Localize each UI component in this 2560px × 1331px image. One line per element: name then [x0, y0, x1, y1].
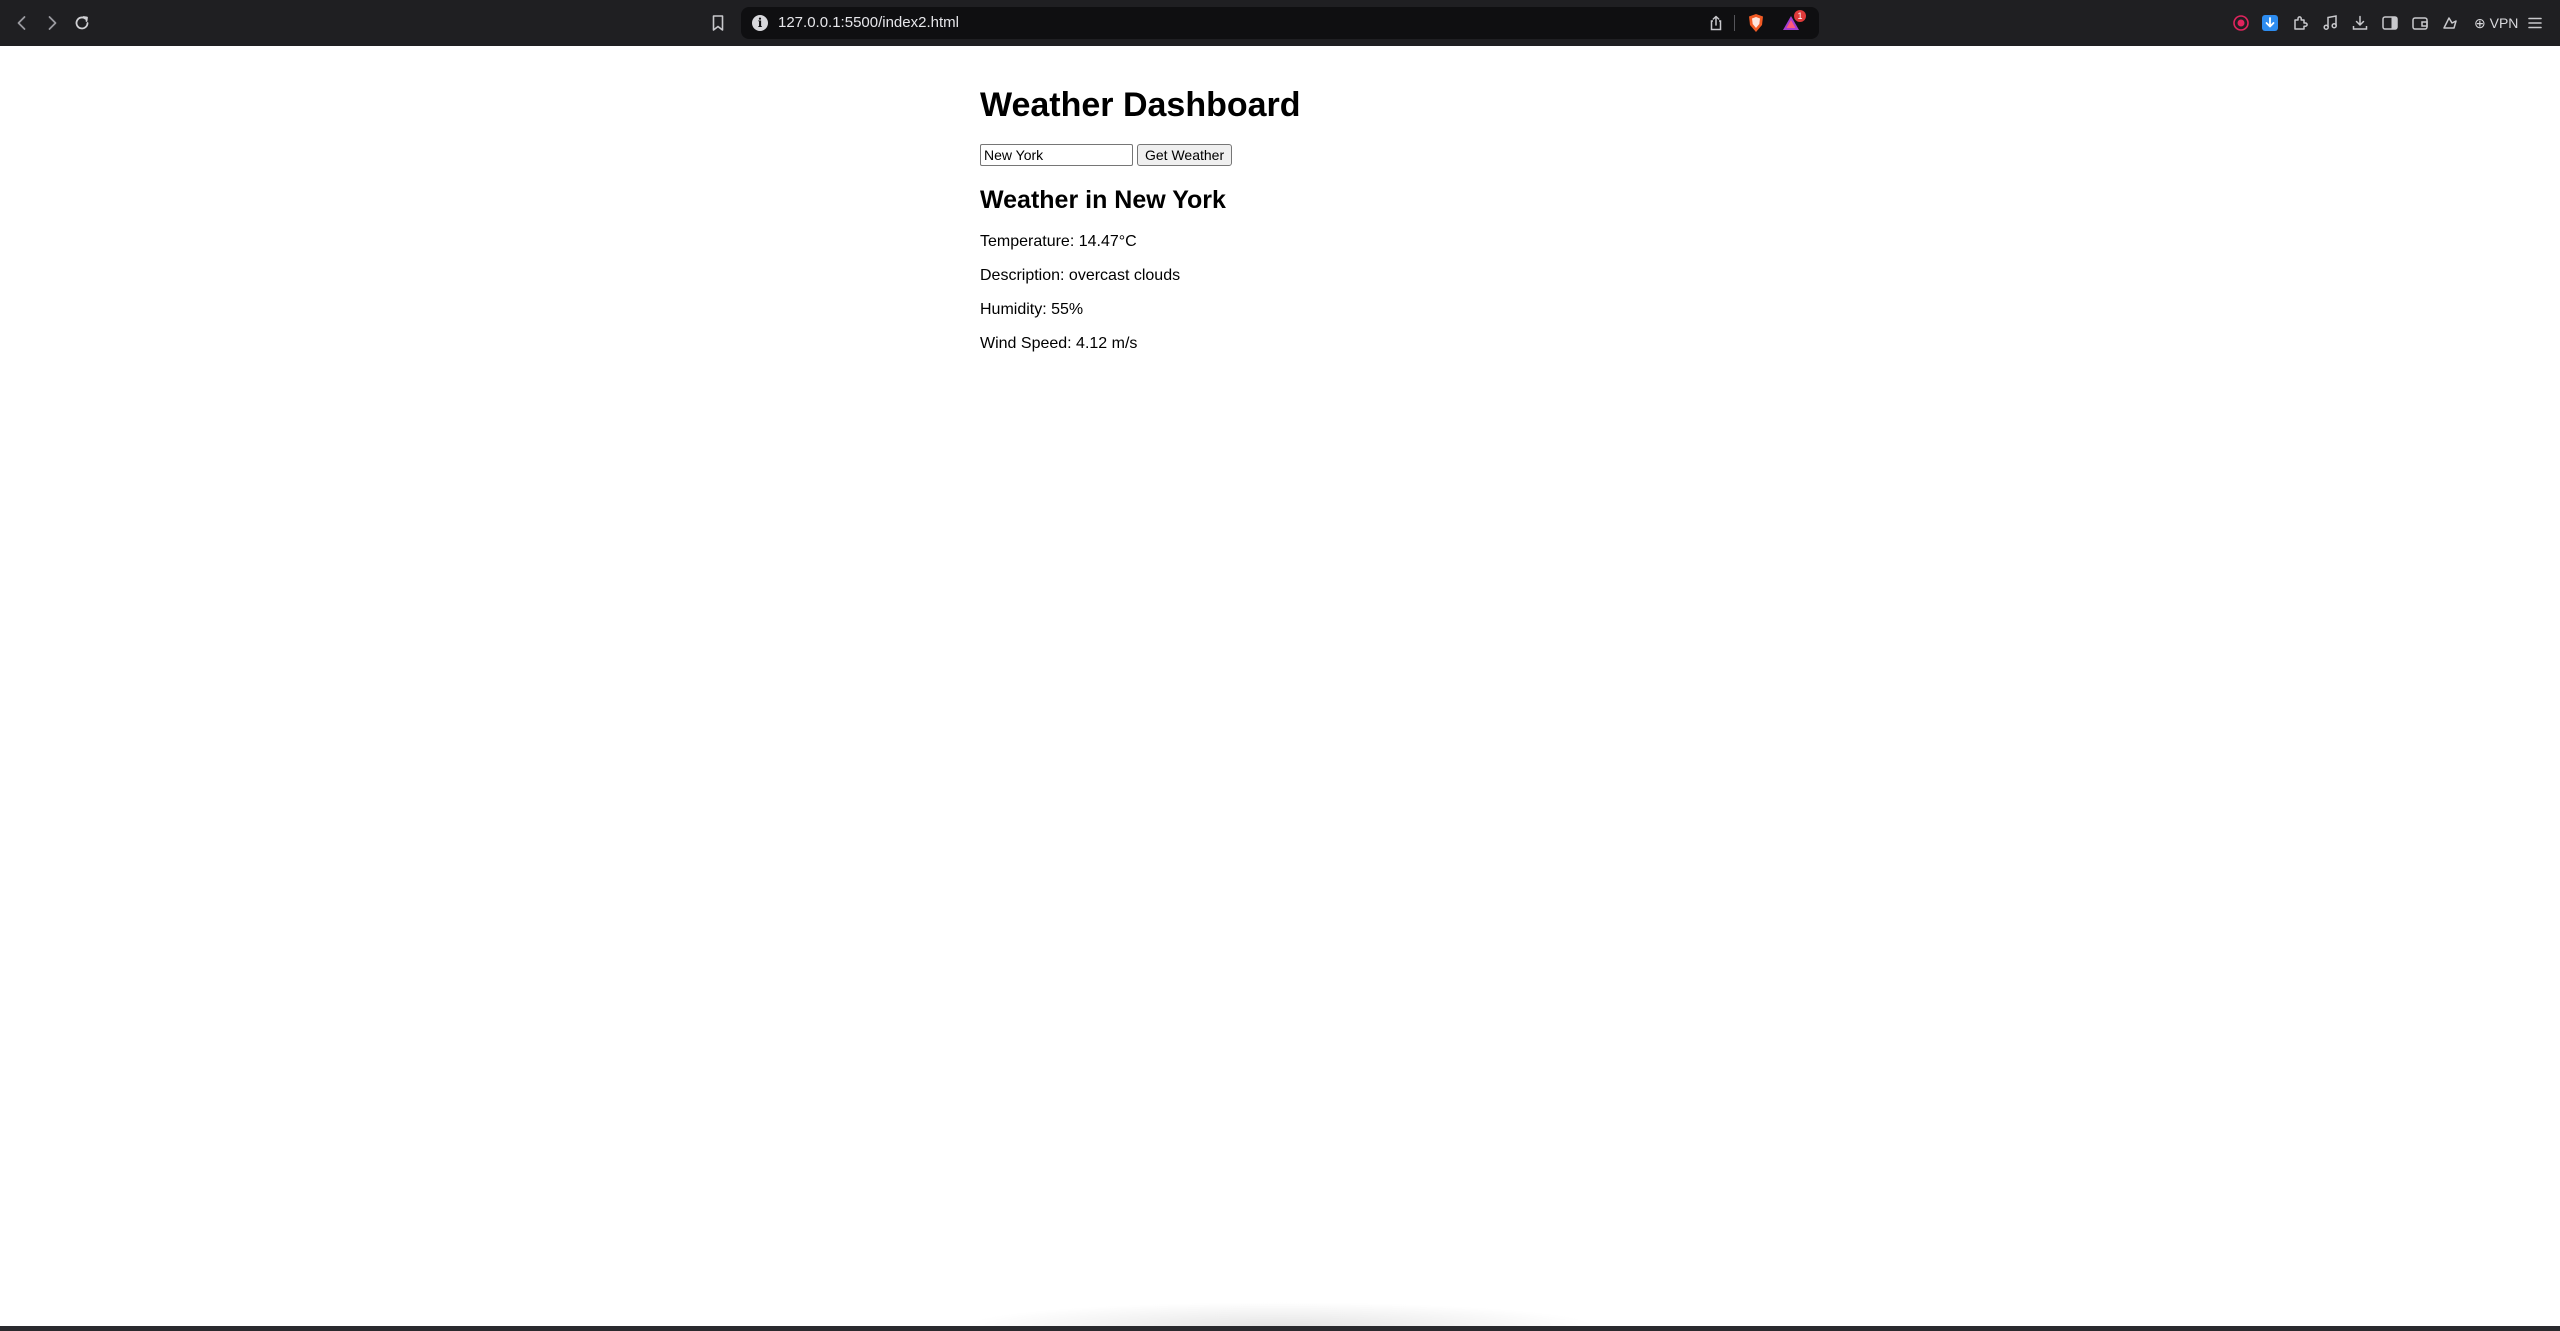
media-icon[interactable] — [2320, 13, 2340, 33]
vpn-button[interactable]: ⊕ VPN — [2474, 14, 2518, 32]
downloads-icon[interactable] — [2350, 13, 2370, 33]
result-heading: Weather in New York — [980, 186, 1226, 214]
vpn-status-icon: ⊕ — [2474, 15, 2486, 31]
description-text: Description: overcast clouds — [980, 267, 1181, 284]
humidity-text: Humidity: 55% — [980, 301, 1084, 318]
forward-icon[interactable] — [40, 11, 64, 35]
download-extension-icon[interactable] — [2260, 13, 2280, 33]
window-bottom-edge — [0, 1326, 2560, 1331]
site-info-icon[interactable]: i — [752, 15, 768, 31]
sidebar-icon[interactable] — [2380, 13, 2400, 33]
brave-shield-icon[interactable] — [1747, 13, 1765, 33]
bottom-shadow — [960, 1302, 1600, 1326]
browser-toolbar: i 127.0.0.1:5500/index2.html 1 ⊕ VPN — [0, 0, 2560, 46]
rewards-badge: 1 — [1794, 10, 1806, 22]
leo-icon[interactable] — [2440, 13, 2460, 33]
address-bar[interactable]: i 127.0.0.1:5500/index2.html 1 — [741, 7, 1819, 39]
share-icon[interactable] — [1707, 14, 1725, 32]
menu-icon[interactable] — [2526, 14, 2544, 32]
city-input[interactable] — [980, 144, 1133, 166]
url-separator — [1734, 15, 1735, 31]
bookmark-icon[interactable] — [706, 11, 730, 35]
extensions-icon[interactable] — [2290, 13, 2310, 33]
url-text[interactable]: 127.0.0.1:5500/index2.html — [778, 13, 959, 33]
page-title: Weather Dashboard — [980, 86, 1301, 124]
wallet-icon[interactable] — [2410, 13, 2430, 33]
temperature-text: Temperature: 14.47°C — [980, 233, 1137, 250]
reload-icon[interactable] — [70, 11, 94, 35]
page-content: Weather Dashboard Get Weather Weather in… — [0, 46, 2560, 1326]
back-icon[interactable] — [10, 11, 34, 35]
wind-speed-text: Wind Speed: 4.12 m/s — [980, 335, 1138, 352]
vpn-label: VPN — [2489, 15, 2519, 31]
record-icon[interactable] — [2231, 13, 2251, 33]
get-weather-button[interactable]: Get Weather — [1137, 144, 1233, 166]
